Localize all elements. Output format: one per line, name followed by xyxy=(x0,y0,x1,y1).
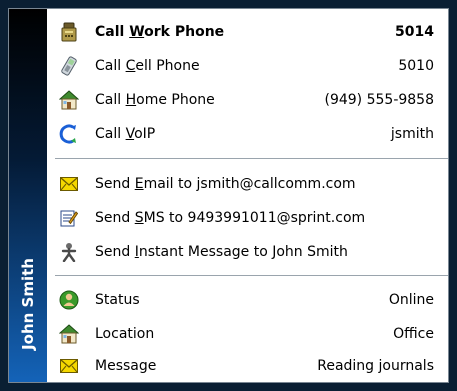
menu-item-status[interactable]: Status Online xyxy=(47,283,448,317)
message-label: Message xyxy=(95,358,157,374)
menu-item-call-work-phone[interactable]: Call Work Phone 5014 xyxy=(47,15,448,49)
message-value: Reading journals xyxy=(317,358,434,374)
cell-phone-value: 5010 xyxy=(398,58,434,74)
contact-name: John Smith xyxy=(19,258,38,350)
status-value: Online xyxy=(388,292,434,308)
location-value: Office xyxy=(393,326,434,342)
menu-item-location[interactable]: Location Office xyxy=(47,317,448,351)
email-icon xyxy=(59,174,79,194)
home-icon xyxy=(59,90,79,110)
menu-item-call-cell-phone[interactable]: Call Cell Phone 5010 xyxy=(47,49,448,83)
instant-message-icon xyxy=(59,242,79,262)
sms-icon xyxy=(59,208,79,228)
menu-item-message[interactable]: Message Reading journals xyxy=(47,349,448,383)
message-icon xyxy=(59,356,79,376)
home-phone-value: (949) 555-9858 xyxy=(324,92,435,108)
menu-item-send-email[interactable]: Send Email to jsmith@callcomm.com xyxy=(47,167,448,201)
menu-items: Call Work Phone 5014 Call Cell Phone 501… xyxy=(47,9,448,382)
menu-item-send-instant-message[interactable]: Send Instant Message to John Smith xyxy=(47,235,448,269)
desk-phone-icon xyxy=(59,22,79,42)
separator xyxy=(55,158,448,159)
voip-icon xyxy=(59,124,79,144)
menu-sidebar: John Smith xyxy=(9,9,47,382)
work-phone-value: 5014 xyxy=(395,24,434,40)
contact-context-menu: John Smith Call Work Phone 5014 Call Cel… xyxy=(8,8,449,383)
cell-phone-icon xyxy=(59,56,79,76)
menu-item-call-voip[interactable]: Call VoIP jsmith xyxy=(47,117,448,151)
menu-item-call-home-phone[interactable]: Call Home Phone (949) 555-9858 xyxy=(47,83,448,117)
status-icon xyxy=(59,290,79,310)
separator xyxy=(55,275,448,276)
menu-item-send-sms[interactable]: Send SMS to 9493991011@sprint.com xyxy=(47,201,448,235)
voip-value: jsmith xyxy=(390,126,434,142)
location-label: Location xyxy=(95,326,155,342)
status-label: Status xyxy=(95,292,140,308)
location-icon xyxy=(59,324,79,344)
